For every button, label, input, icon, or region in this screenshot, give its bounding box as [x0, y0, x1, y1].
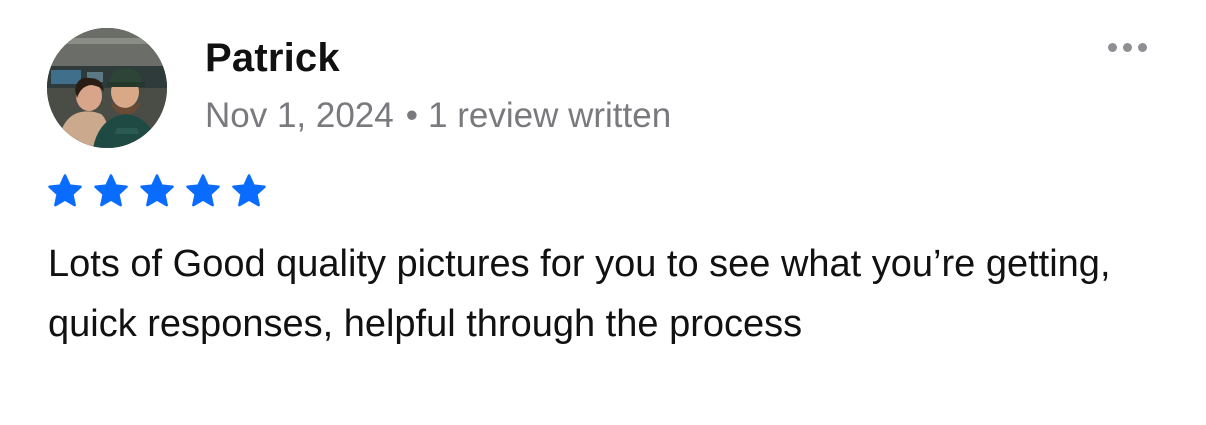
review-card: Patrick Nov 1, 2024 • 1 review written Lot… — [0, 0, 1206, 425]
review-count: 1 review written — [428, 96, 672, 135]
star-icon — [232, 174, 266, 207]
meta-separator: • — [405, 96, 419, 135]
star-icon — [186, 174, 220, 207]
review-text: Lots of Good quality pictures for you to… — [48, 243, 1111, 345]
star-icon — [94, 174, 128, 207]
star-icon — [48, 174, 82, 207]
more-options-button[interactable] — [1098, 30, 1156, 64]
star-icon — [140, 174, 174, 207]
review-date: Nov 1, 2024 — [205, 96, 394, 135]
author-name[interactable]: Patrick — [205, 36, 340, 81]
avatar[interactable] — [47, 28, 167, 148]
avatar-photo — [47, 28, 167, 148]
review-meta: Nov 1, 2024 • 1 review written — [205, 96, 671, 136]
more-options-icon-dot — [1122, 42, 1132, 52]
star-rating — [46, 172, 268, 212]
more-options-icon-dot — [1137, 42, 1147, 52]
more-options-icon — [1107, 42, 1117, 52]
